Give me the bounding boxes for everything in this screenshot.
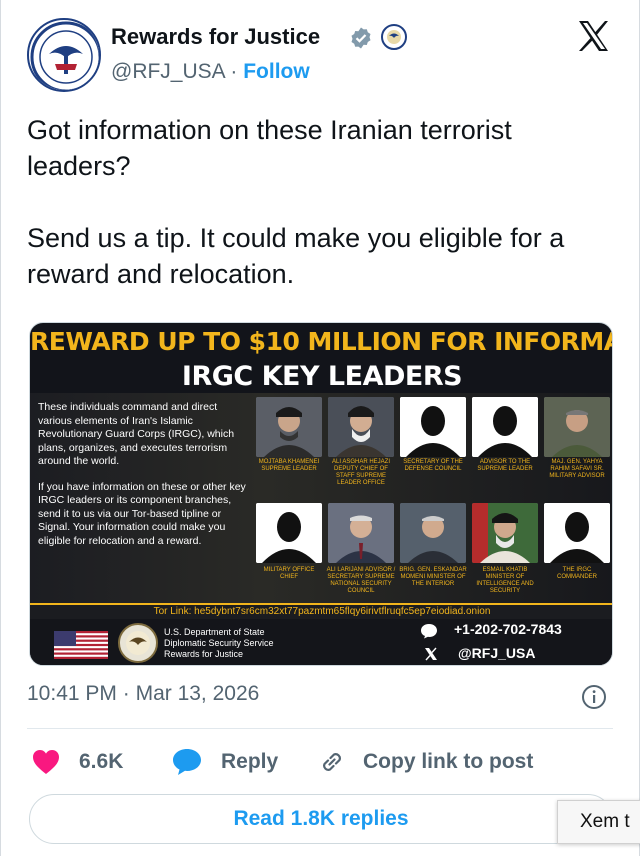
reply-button[interactable]: Reply [171,744,278,780]
signal-bubble-icon [421,624,437,639]
post-card: Rewards for Justice @RFJ_USA · Follow Go… [0,0,640,856]
separator: · [122,682,130,705]
leader-caption: Advisor to the Supreme Leader [477,459,533,472]
leader-caption: Ali Larijani Advisor / Secretary Supreme… [326,567,396,594]
translate-overlay-button[interactable]: Xem t [557,800,640,844]
leader-caption: Military Office Chief [263,567,315,580]
leader-photo [472,503,538,563]
leader-silhouette [544,503,610,563]
post-text: Got information on these Iranian terrori… [27,112,617,292]
handle-row: @RFJ_USA · Follow [111,60,310,84]
divider [27,728,613,729]
x-logo-icon[interactable] [575,18,611,54]
copy-link-label: Copy link to post [363,750,534,773]
dos-line-1: U.S. Department of State [164,627,265,637]
dos-credit: U.S. Department of State Diplomatic Secu… [164,627,274,660]
leader-caption: Ali Asghar Hejazi Deputy Chief of Staff … [331,459,391,486]
like-count: 6.6K [79,750,124,773]
leader-silhouette [256,503,322,563]
leader-photo [544,397,610,457]
leader-photo [328,397,394,457]
x-small-icon [425,647,437,661]
account-handle[interactable]: @RFJ_USA [111,60,225,83]
post-time: 10:41 PM [27,682,117,705]
poster-title-line1: REWARD UP TO $10 MILLION FOR INFORMATION… [30,327,612,356]
poster-footer: U.S. Department of State Diplomatic Secu… [30,619,612,665]
post-line-tip: Send us a tip. It could make you eligibl… [27,223,565,289]
leader-caption: Secretary of the Defense Council [403,459,463,472]
poster-handle: @RFJ_USA [458,645,536,661]
dos-line-2: Diplomatic Security Service [164,638,274,648]
leader-silhouette [472,397,538,457]
link-icon [323,753,341,771]
leader-photo [400,503,466,563]
heart-icon [33,750,59,774]
reply-label: Reply [221,750,279,773]
leader-photo [328,503,394,563]
poster-desc-2: If you have information on these or othe… [38,480,246,547]
post-timestamp[interactable]: 10:41 PM · Mar 13, 2026 [27,682,259,706]
leader-caption: Brig. Gen. Eskandar Momeni Minister of t… [399,567,467,587]
gov-seal-icon [381,24,407,50]
dos-line-3: Rewards for Justice [164,649,244,659]
state-department-seal-icon [118,623,158,663]
copy-link-button[interactable]: Copy link to post [317,744,533,780]
separator: · [230,60,238,83]
poster-desc-1: These individuals command and direct var… [38,401,235,467]
post-date: Mar 13, 2026 [135,682,260,705]
like-button[interactable]: 6.6K [31,744,123,780]
leader-caption: Maj. Gen. Yahya Rahim Safavi Sr. Militar… [549,459,605,479]
read-replies-button[interactable]: Read 1.8K replies [29,794,613,844]
leader-caption: Mojtaba Khamenei Supreme Leader [258,459,320,472]
tipline-phone: +1-202-702-7843 [454,621,562,637]
us-flag-icon [54,631,108,659]
tor-link: Tor Link: he5dybnt7sr6cm32xt77pazmtm65fl… [30,603,612,619]
info-icon[interactable] [581,684,607,710]
leader-caption: Esmail Khatib Minister of Intelligence a… [476,567,534,594]
follow-button[interactable]: Follow [243,60,310,83]
poster-description: These individuals command and direct var… [38,401,246,548]
poster-title-line2: IRGC KEY LEADERS [181,361,463,392]
leader-photo [256,397,322,457]
post-image[interactable]: REWARD UP TO $10 MILLION FOR INFORMATION… [29,322,613,666]
post-line-question: Got information on these Iranian terrori… [27,115,512,181]
avatar[interactable] [27,18,101,92]
leaders-grid: Mojtaba Khamenei Supreme Leader Ali Asgh… [252,395,612,599]
verified-badge-icon [351,27,371,49]
leader-silhouette [400,397,466,457]
reply-bubble-icon [173,749,201,775]
account-name[interactable]: Rewards for Justice [111,24,320,50]
leader-caption: The IRGC Commander [557,567,597,580]
